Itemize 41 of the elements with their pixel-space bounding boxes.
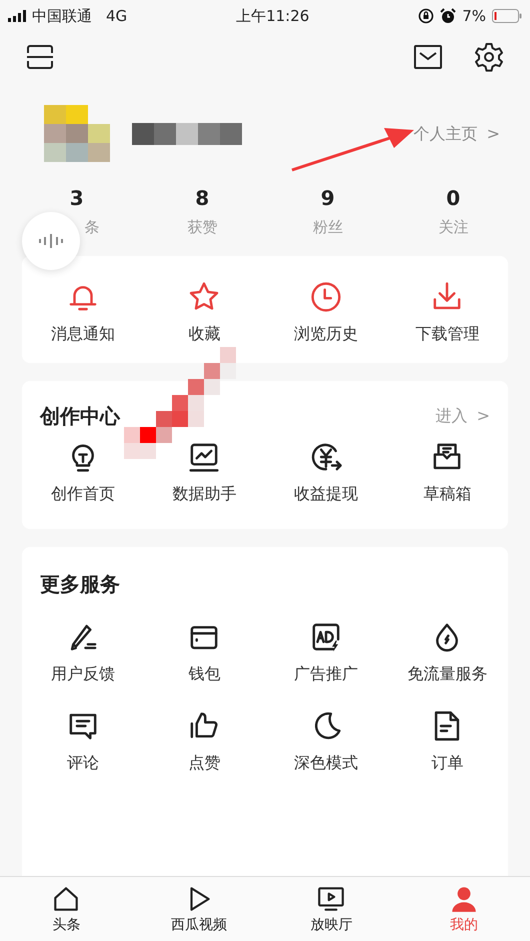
service-button[interactable]: 免流量服务: [386, 620, 508, 685]
service-button[interactable]: 评论: [22, 709, 144, 774]
creation-button[interactable]: 数据助手: [144, 440, 265, 505]
service-button[interactable]: 深色模式: [265, 709, 386, 774]
section-title: 创作中心: [40, 403, 120, 430]
shortcut-button[interactable]: 消息通知: [22, 280, 144, 345]
sound-wave-icon: [38, 234, 64, 248]
tab-item[interactable]: 西瓜视频: [132, 877, 265, 941]
tab-item[interactable]: 放映厅: [265, 877, 398, 941]
stat-count[interactable]: 3: [70, 186, 84, 210]
stat-count[interactable]: 8: [195, 186, 210, 210]
status-time: 上午11:26: [236, 6, 310, 26]
battery-icon: [492, 9, 522, 23]
settings-icon[interactable]: [474, 42, 504, 72]
carrier-name: 中国联通: [32, 6, 92, 26]
service-button[interactable]: 钱包: [144, 620, 265, 685]
shortcut-button[interactable]: 收藏: [144, 280, 265, 345]
section-title: 更多服务: [40, 571, 120, 598]
rotation-lock-icon: [418, 8, 434, 24]
tab-item[interactable]: 我的: [398, 877, 530, 941]
service-button[interactable]: 点赞: [144, 709, 265, 774]
service-button[interactable]: 用户反馈: [22, 620, 144, 685]
service-button[interactable]: 广告推广: [265, 620, 386, 685]
stat-count[interactable]: 9: [320, 186, 335, 210]
tab-item[interactable]: 头条: [0, 877, 132, 941]
creation-button[interactable]: 收益提现: [265, 440, 386, 505]
alarm-icon: [440, 8, 456, 24]
signal-icon: [8, 10, 26, 22]
pixelated-avatar[interactable]: [44, 105, 110, 163]
network-type: 4G: [106, 7, 128, 25]
shortcut-button[interactable]: 下载管理: [386, 280, 508, 345]
scan-icon[interactable]: [26, 44, 54, 70]
service-button[interactable]: 订单: [386, 709, 508, 774]
creation-button[interactable]: 草稿箱: [386, 440, 508, 505]
clock-icon: [308, 280, 343, 314]
mail-icon[interactable]: [414, 45, 442, 69]
shortcut-button[interactable]: 浏览历史: [265, 280, 386, 345]
creation-button[interactable]: 创作首页: [22, 440, 144, 505]
battery-percent: 7%: [462, 7, 486, 25]
video-screen-icon: [316, 884, 346, 914]
stat-count[interactable]: 0: [446, 186, 460, 210]
